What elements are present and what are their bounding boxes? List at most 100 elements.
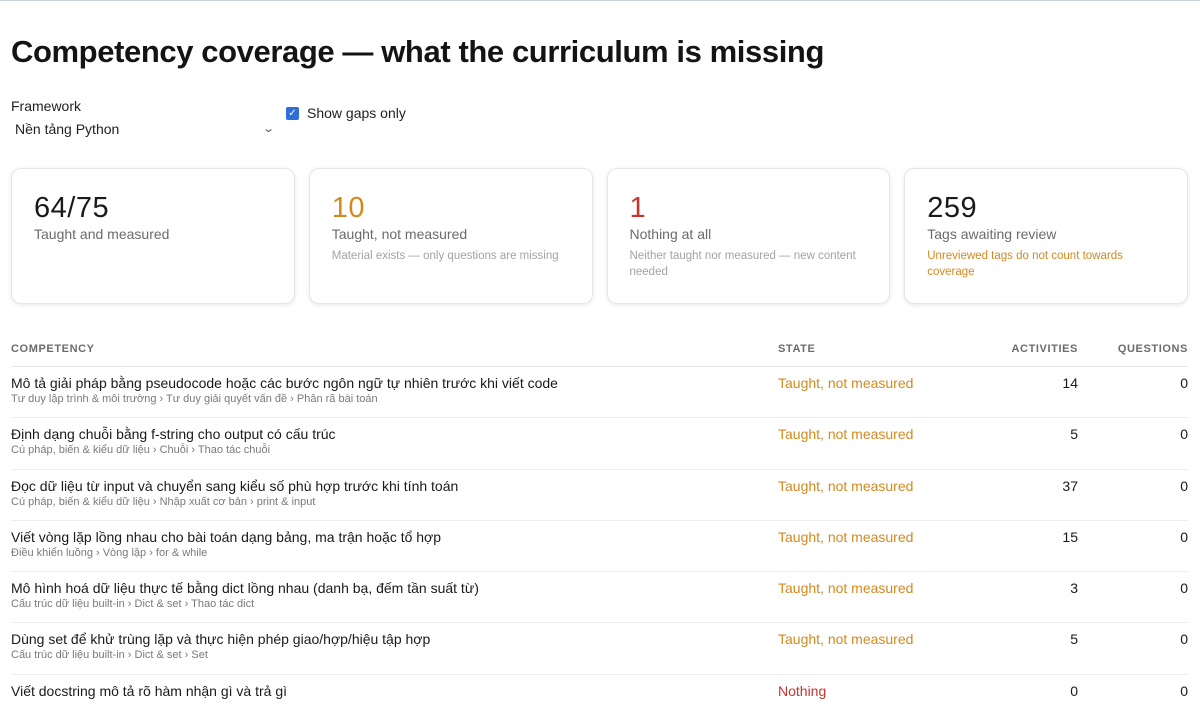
activities-count: 37 [1062,477,1078,494]
table-row[interactable]: Mô hình hoá dữ liệu thực tế bằng dict lồ… [11,572,1188,624]
questions-count: 0 [1180,426,1188,443]
questions-cell: 0 [1078,375,1188,417]
card-value: 259 [927,192,978,224]
competency-cell: Mô tả giải pháp bằng pseudocode hoặc các… [11,375,778,417]
card-label: Tags awaiting review [927,226,1057,242]
activities-cell: 14 [958,375,1078,417]
competency-path: Cấu trúc dữ liệu built-in › Dict & set ›… [11,649,208,662]
card-note: Unreviewed tags do not count towards cov… [927,250,1123,278]
table-row[interactable]: Viết docstring mô tả rõ hàm nhận gì và t… [11,675,1188,706]
card-nothing-at-all: 1 Nothing at all Neither taught nor meas… [606,168,891,304]
chevron-down-icon: ⌄ [261,123,275,135]
table-row[interactable]: Đọc dữ liệu từ input và chuyển sang kiểu… [11,470,1188,521]
competency-path: Tư duy lập trình & môi trường › Tư duy g… [11,393,378,405]
column-header-competency: COMPETENCY [11,343,95,355]
competency-cell: Viết docstring mô tả rõ hàm nhận gì và t… [11,683,778,706]
card-value: 64/75 [34,192,110,224]
table-row[interactable]: Dùng set để khử trùng lặp và thực hiện p… [11,623,1188,675]
card-value: 10 [331,192,366,224]
table-row[interactable]: Mô tả giải pháp bằng pseudocode hoặc các… [11,367,1188,419]
competency-title: Đọc dữ liệu từ input và chuyển sang kiểu… [11,477,459,494]
card-taught-and-measured: 64/75 Taught and measured [11,168,295,304]
card-note: Neither taught nor measured — new conten… [629,250,856,278]
competency-title: Mô hình hoá dữ liệu thực tế bằng dict lồ… [11,580,479,597]
questions-count: 0 [1180,477,1188,494]
state-label: Taught, not measured [778,375,914,391]
filter-bar: Framework Nền tảng Python ⌄ ✓ Show gaps … [11,98,1188,144]
competency-title: Định dạng chuỗi bằng f-string cho output… [11,426,336,443]
activities-count: 15 [1062,528,1078,545]
checkbox-checked-icon[interactable]: ✓ [286,106,299,120]
card-label: Nothing at all [629,226,712,242]
questions-count: 0 [1180,528,1188,545]
state-label: Taught, not measured [778,528,914,545]
activities-count: 0 [1070,682,1078,699]
state-cell: Taught, not measured [778,529,958,571]
state-label: Taught, not measured [778,631,914,648]
activities-count: 5 [1070,631,1078,648]
table-row[interactable]: Viết vòng lặp lồng nhau cho bài toán dạn… [11,521,1188,573]
competency-path: Cú pháp, biến & kiểu dữ liệu › Nhập xuất… [11,495,316,508]
table-header: COMPETENCY STATE ACTIVITIES QUESTIONS [11,343,1188,367]
state-cell: Taught, not measured [778,580,958,622]
state-label: Taught, not measured [778,580,914,597]
competency-path: Cú pháp, biến & kiểu dữ liệu › Chuỗi › T… [11,444,271,457]
activities-count: 5 [1070,426,1078,443]
competency-cell: Dùng set để khử trùng lặp và thực hiện p… [11,631,778,673]
column-header-activities: ACTIVITIES [1011,343,1078,355]
state-label: Taught, not measured [778,477,914,494]
card-label: Taught and measured [34,226,170,242]
questions-cell: 0 [1078,426,1188,468]
competency-title: Viết vòng lặp lồng nhau cho bài toán dạn… [11,528,442,545]
activities-cell: 37 [958,478,1078,520]
questions-cell: 0 [1078,631,1188,673]
column-header-state: STATE [778,343,816,355]
card-label: Taught, not measured [331,226,468,242]
competency-path: Điều khiển luồng › Vòng lặp › for & whil… [11,546,208,559]
questions-count: 0 [1180,375,1188,391]
competency-cell: Đọc dữ liệu từ input và chuyển sang kiểu… [11,478,778,520]
competency-title: Dùng set để khử trùng lặp và thực hiện p… [11,631,431,648]
activities-cell: 3 [958,580,1078,622]
show-gaps-only-label: Show gaps only [307,105,406,121]
questions-count: 0 [1180,580,1188,597]
card-taught-not-measured: 10 Taught, not measured Material exists … [308,168,593,304]
competency-cell: Mô hình hoá dữ liệu thực tế bằng dict lồ… [11,580,778,622]
state-cell: Taught, not measured [778,631,958,673]
state-label: Taught, not measured [778,426,914,443]
state-cell: Taught, not measured [778,375,958,417]
column-header-questions: QUESTIONS [1117,343,1188,355]
summary-cards: 64/75 Taught and measured 10 Taught, not… [11,168,1188,304]
framework-select[interactable]: Nền tảng Python ⌄ [11,121,275,137]
questions-cell: 0 [1078,529,1188,571]
state-label: Nothing [778,682,827,699]
card-tags-awaiting-review: 259 Tags awaiting review Unreviewed tags… [904,168,1188,304]
questions-count: 0 [1180,682,1188,699]
competency-title: Mô tả giải pháp bằng pseudocode hoặc các… [11,375,558,391]
show-gaps-only-toggle[interactable]: ✓ Show gaps only [286,105,406,121]
questions-cell: 0 [1078,683,1188,706]
competency-cell: Viết vòng lặp lồng nhau cho bài toán dạn… [11,529,778,571]
competency-cell: Định dạng chuỗi bằng f-string cho output… [11,426,778,468]
state-cell: Taught, not measured [778,426,958,468]
competency-title: Viết docstring mô tả rõ hàm nhận gì và t… [11,682,288,699]
activities-count: 3 [1070,580,1078,597]
card-value: 1 [629,192,647,224]
page-title: Competency coverage — what the curriculu… [11,34,824,69]
questions-cell: 0 [1078,580,1188,622]
activities-cell: 5 [958,426,1078,468]
card-note: Material exists — only questions are mis… [331,250,559,262]
framework-label: Framework [11,98,82,114]
activities-count: 14 [1062,375,1078,391]
table-body: Mô tả giải pháp bằng pseudocode hoặc các… [11,367,1188,706]
activities-cell: 15 [958,529,1078,571]
activities-cell: 0 [958,683,1078,706]
competency-path: Cấu trúc dữ liệu built-in › Dict & set ›… [11,598,255,611]
competency-table: COMPETENCY STATE ACTIVITIES QUESTIONS Mô… [11,343,1188,706]
questions-cell: 0 [1078,478,1188,520]
activities-cell: 5 [958,631,1078,673]
table-row[interactable]: Định dạng chuỗi bằng f-string cho output… [11,418,1188,470]
framework-filter: Framework Nền tảng Python ⌄ [11,98,275,137]
framework-select-value: Nền tảng Python [15,121,120,137]
state-cell: Taught, not measured [778,478,958,520]
